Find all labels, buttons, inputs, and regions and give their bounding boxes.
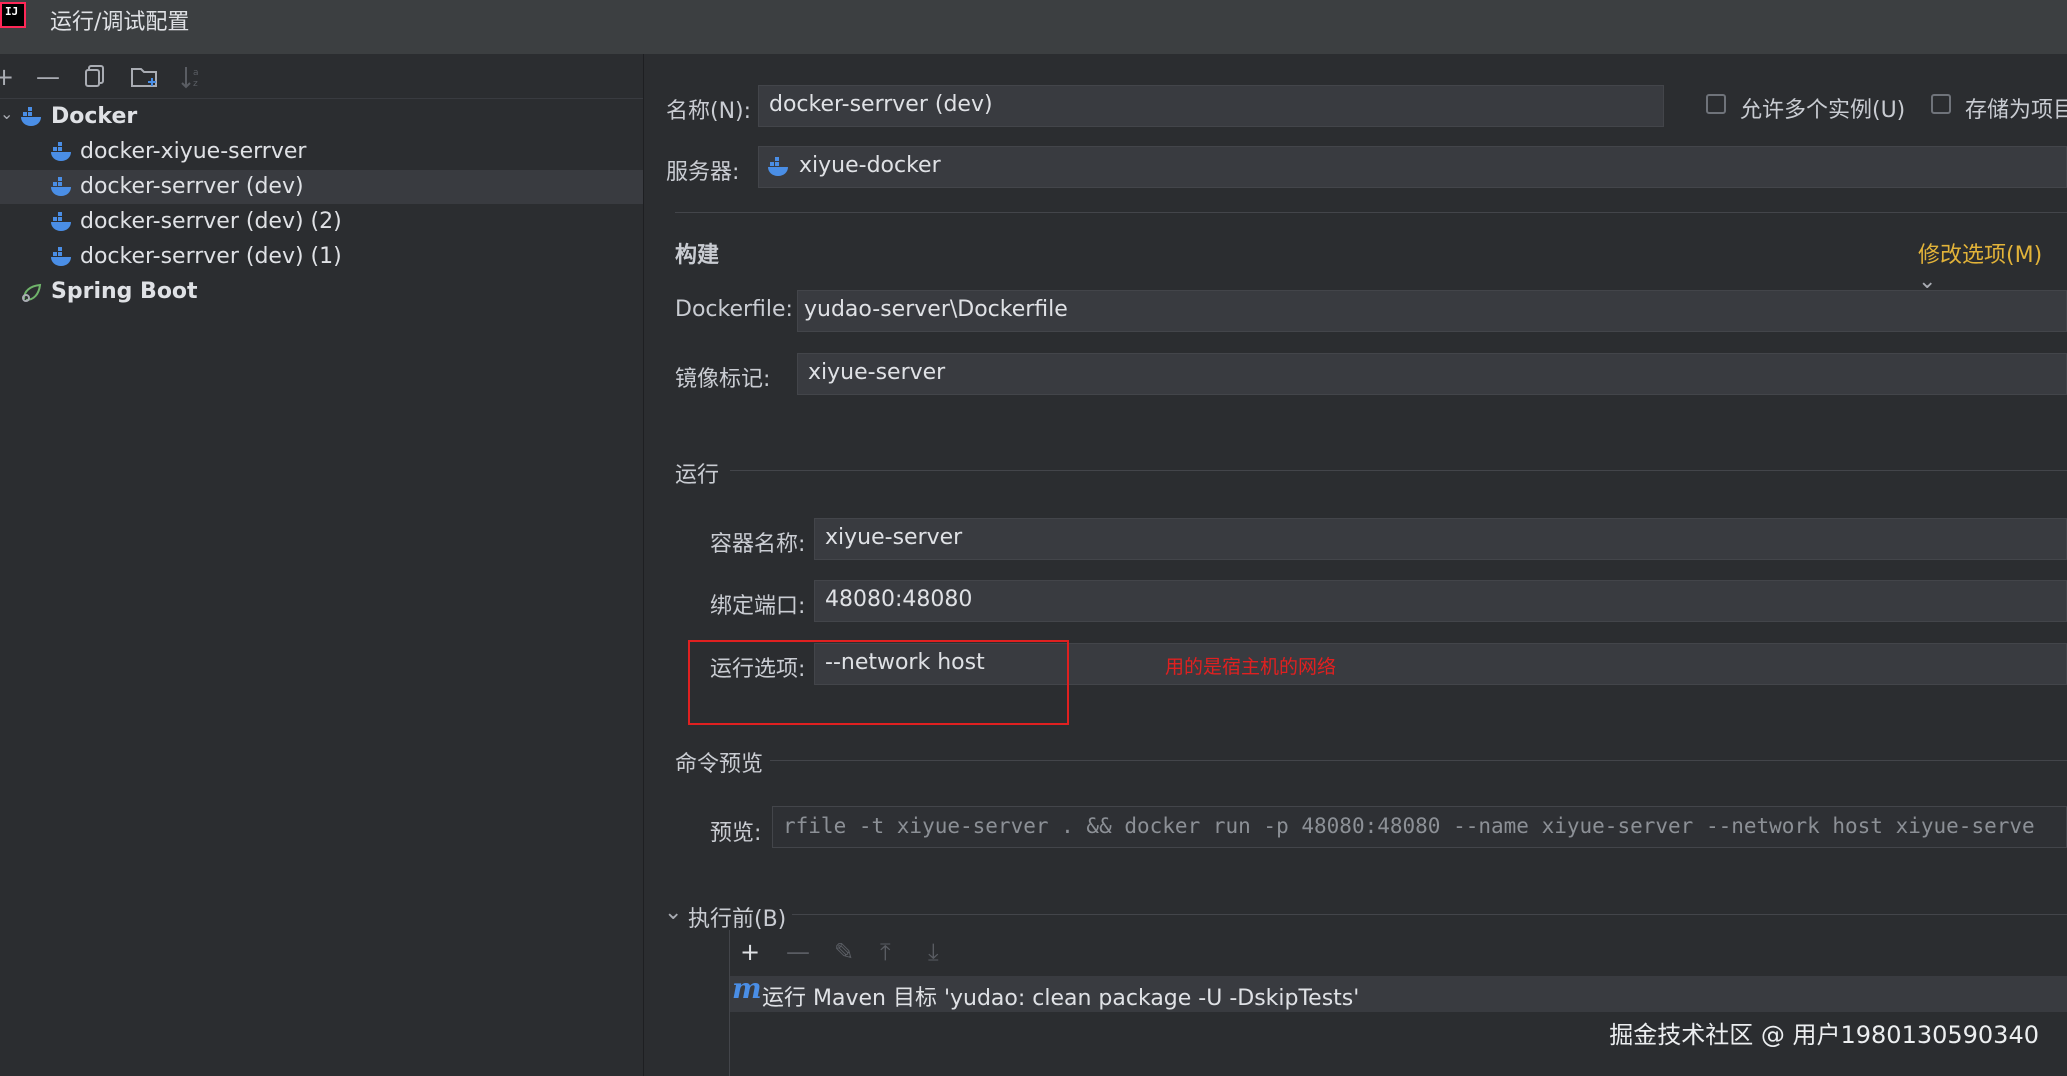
tree-item[interactable]: docker-xiyue-serrver — [0, 135, 643, 169]
tree-item-label: docker-serrver (dev) — [80, 174, 304, 199]
window-title: 运行/调试配置 — [50, 10, 190, 35]
bind-ports-input[interactable]: 48080:48080 — [814, 580, 2067, 622]
build-section-title: 构建 — [675, 243, 720, 268]
annotation-note: 用的是宿主机的网络 — [1165, 656, 1337, 678]
image-tag-label: 镜像标记: — [675, 367, 771, 392]
svg-text:a: a — [193, 68, 199, 78]
edit-pencil-icon[interactable]: ✎ — [834, 938, 854, 966]
tree-item-label: docker-xiyue-serrver — [80, 139, 307, 164]
tree-group-docker[interactable]: ⌄ Docker — [0, 100, 643, 134]
before-launch-task-row[interactable]: m 运行 Maven 目标 'yudao: clean package -U -… — [730, 972, 2067, 1012]
server-select[interactable]: xiyue-docker — [758, 146, 2067, 188]
preview-section-title: 命令预览 — [675, 752, 764, 777]
title-bar: IJ 运行/调试配置 — [0, 0, 2067, 54]
annotation-highlight-box — [688, 640, 1069, 725]
run-section-title: 运行 — [675, 463, 720, 488]
spring-boot-icon — [22, 283, 42, 302]
add-icon[interactable]: + — [0, 64, 14, 90]
store-as-project-label: 存储为项目 — [1965, 98, 2067, 123]
tree-item[interactable]: docker-serrver (dev) (1) — [0, 240, 643, 274]
dockerfile-input[interactable]: yudao-server\Dockerfile — [797, 290, 2067, 332]
remove-icon[interactable]: — — [36, 64, 60, 90]
task-label: 运行 Maven 目标 'yudao: clean package -U -Ds… — [762, 986, 1360, 1011]
tree-item-label: docker-serrver (dev) (1) — [80, 244, 342, 269]
tree-toolbar: + — az — [0, 56, 643, 99]
preview-label: 预览: — [710, 821, 762, 846]
divider — [675, 212, 2067, 213]
intellij-logo-icon: IJ — [0, 2, 26, 28]
divider — [730, 470, 2067, 471]
expand-arrow-icon[interactable]: ⌄ — [0, 97, 13, 131]
server-value: xiyue-docker — [799, 153, 941, 178]
divider — [792, 914, 2067, 915]
new-folder-icon[interactable] — [130, 64, 160, 95]
tree-group-spring-boot[interactable]: Spring Boot — [0, 275, 643, 309]
tree-item-selected[interactable]: docker-serrver (dev) — [0, 170, 643, 204]
tree-item-label: docker-serrver (dev) (2) — [80, 209, 342, 234]
divider — [770, 760, 2067, 761]
move-up-icon[interactable]: ⤒ — [880, 938, 891, 966]
move-down-icon[interactable]: ⤓ — [928, 938, 939, 966]
remove-task-icon[interactable]: — — [786, 938, 810, 966]
before-launch-section-title[interactable]: 执行前(B) — [688, 901, 786, 933]
watermark: 掘金技术社区 @ 用户1980130590340 — [1609, 1021, 2039, 1049]
bind-ports-label: 绑定端口: — [710, 594, 806, 619]
copy-icon[interactable] — [84, 64, 106, 93]
server-label: 服务器: — [666, 160, 740, 185]
image-tag-input[interactable]: xiyue-server — [797, 353, 2067, 395]
container-name-label: 容器名称: — [710, 532, 806, 557]
docker-icon — [768, 157, 788, 176]
docker-icon — [21, 107, 41, 126]
allow-multiple-label: 允许多个实例(U) — [1740, 98, 1906, 123]
container-name-input[interactable]: xiyue-server — [814, 518, 2067, 560]
store-as-project-checkbox[interactable] — [1931, 94, 1951, 114]
docker-icon — [51, 177, 71, 196]
tree-item[interactable]: docker-serrver (dev) (2) — [0, 205, 643, 239]
name-label: 名称(N): — [666, 99, 752, 124]
dockerfile-label: Dockerfile: — [675, 297, 793, 322]
docker-icon — [51, 247, 71, 266]
allow-multiple-checkbox[interactable] — [1706, 94, 1726, 114]
docker-icon — [51, 142, 71, 161]
add-task-icon[interactable]: + — [740, 938, 760, 966]
svg-text:z: z — [193, 79, 198, 89]
docker-icon — [51, 212, 71, 231]
maven-icon: m — [732, 972, 762, 1005]
tree-group-label: Docker — [51, 104, 138, 129]
sort-icon[interactable]: az — [180, 64, 204, 95]
config-form-panel — [644, 54, 2067, 1076]
modify-options-link[interactable]: 修改选项(M) ⌄ — [1918, 237, 2067, 294]
chevron-down-icon[interactable]: ⌄ — [664, 900, 682, 925]
preview-command: rfile -t xiyue-server . && docker run -p… — [772, 806, 2067, 848]
tree-group-label: Spring Boot — [51, 279, 198, 304]
name-input[interactable]: docker-serrver (dev) — [758, 85, 1664, 127]
